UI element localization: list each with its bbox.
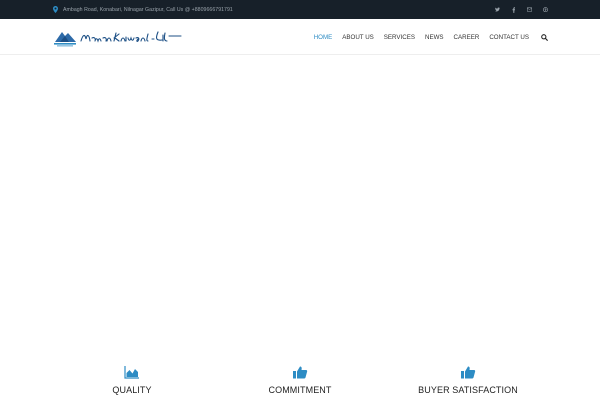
feature-commitment: COMMITMENT — [220, 365, 380, 395]
thumbs-up-icon — [461, 366, 476, 379]
search-icon[interactable] — [541, 33, 548, 41]
area-chart-icon — [124, 366, 139, 379]
email-icon[interactable] — [527, 7, 532, 13]
social-links — [495, 0, 548, 19]
hero-slider-area — [0, 55, 600, 355]
feature-label: COMMITMENT — [268, 385, 332, 395]
nav-contact-us[interactable]: CONTACT US — [489, 34, 529, 41]
feature-quality: QUALITY — [52, 365, 212, 395]
pinterest-icon[interactable] — [543, 7, 548, 13]
nav-career[interactable]: CAREER — [454, 34, 480, 41]
address-block: Ambagh Road, Konabari, Nilnagar Gazipur,… — [53, 0, 233, 19]
features-row: QUALITY COMMITMENT BUYER SATISFACTION — [0, 365, 600, 400]
nav-about-us[interactable]: ABOUT US — [342, 34, 374, 41]
company-logo[interactable] — [54, 28, 184, 48]
thumbs-up-icon — [293, 366, 308, 379]
nav-news[interactable]: NEWS — [425, 34, 444, 41]
nav-home[interactable]: HOME — [314, 34, 333, 41]
facebook-icon[interactable] — [511, 6, 516, 13]
main-nav: HOME ABOUT US SERVICES NEWS CAREER CONTA… — [304, 19, 548, 55]
feature-label: BUYER SATISFACTION — [418, 385, 518, 395]
address-text: Ambagh Road, Konabari, Nilnagar Gazipur,… — [63, 6, 233, 13]
map-pin-icon — [53, 6, 58, 13]
twitter-icon[interactable] — [495, 7, 500, 13]
feature-buyer-satisfaction: BUYER SATISFACTION — [388, 365, 548, 395]
site-header: HOME ABOUT US SERVICES NEWS CAREER CONTA… — [0, 19, 600, 55]
nav-services[interactable]: SERVICES — [384, 34, 415, 41]
top-bar: Ambagh Road, Konabari, Nilnagar Gazipur,… — [0, 0, 600, 19]
feature-label: QUALITY — [112, 385, 152, 395]
